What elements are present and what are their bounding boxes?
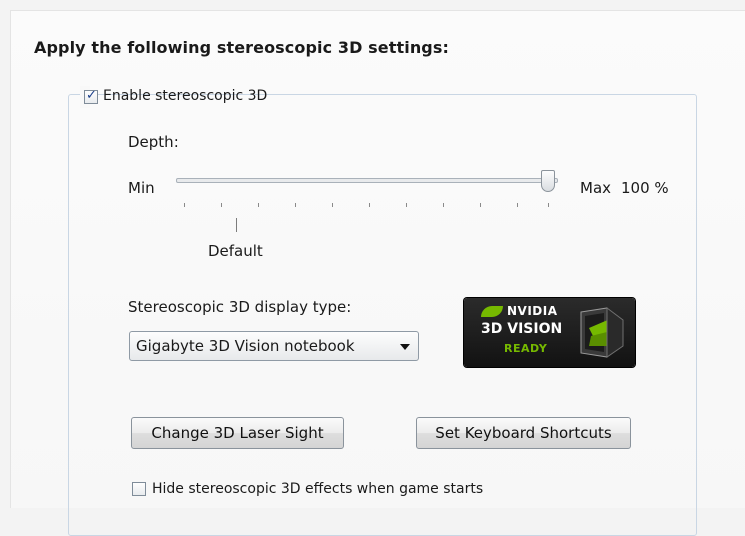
display-type-label: Stereoscopic 3D display type: xyxy=(128,298,352,316)
slider-tick xyxy=(332,203,333,207)
slider-tick xyxy=(295,203,296,207)
slider-tick xyxy=(258,203,259,207)
slider-tick xyxy=(548,203,549,207)
3d-glasses-icon xyxy=(580,307,624,358)
enable-stereo-3d-label: Enable stereoscopic 3D xyxy=(103,88,268,104)
depth-slider-thumb[interactable] xyxy=(541,170,555,192)
enable-checkbox-box[interactable]: ✓ xyxy=(84,88,98,104)
change-3d-laser-sight-button[interactable]: Change 3D Laser Sight xyxy=(131,417,344,449)
hide-effects-label: Hide stereoscopic 3D effects when game s… xyxy=(152,481,484,497)
set-keyboard-shortcuts-button[interactable]: Set Keyboard Shortcuts xyxy=(416,417,631,449)
depth-max-label: Max xyxy=(580,179,612,197)
badge-product: 3D VISION xyxy=(481,321,563,337)
page-heading: Apply the following stereoscopic 3D sett… xyxy=(34,38,449,57)
slider-tick xyxy=(443,203,444,207)
badge-status: READY xyxy=(504,342,548,355)
default-label: Default xyxy=(208,242,263,260)
checkmark-icon: ✓ xyxy=(86,88,97,103)
display-type-value: Gigabyte 3D Vision notebook xyxy=(136,337,355,355)
depth-value: 100 % xyxy=(621,179,669,197)
hide-effects-checkbox[interactable] xyxy=(132,482,146,496)
slider-tick xyxy=(184,203,185,207)
slider-tick xyxy=(517,203,518,207)
nvidia-3d-vision-ready-logo: NVIDIA 3D VISION READY xyxy=(464,298,635,367)
display-type-dropdown[interactable]: Gigabyte 3D Vision notebook xyxy=(129,331,419,361)
slider-tick xyxy=(406,203,407,207)
depth-label: Depth: xyxy=(128,133,179,151)
depth-min-label: Min xyxy=(128,179,155,197)
chevron-down-icon xyxy=(400,344,410,350)
badge-brand: NVIDIA xyxy=(507,304,558,318)
enable-stereo-3d-checkbox[interactable]: ✓ Enable stereoscopic 3D xyxy=(80,86,267,108)
slider-tick xyxy=(221,203,222,207)
depth-slider-track[interactable] xyxy=(176,178,558,183)
slider-tick xyxy=(369,203,370,207)
slider-tick xyxy=(480,203,481,207)
nvidia-eye-icon xyxy=(481,306,503,317)
default-marker xyxy=(236,218,237,232)
